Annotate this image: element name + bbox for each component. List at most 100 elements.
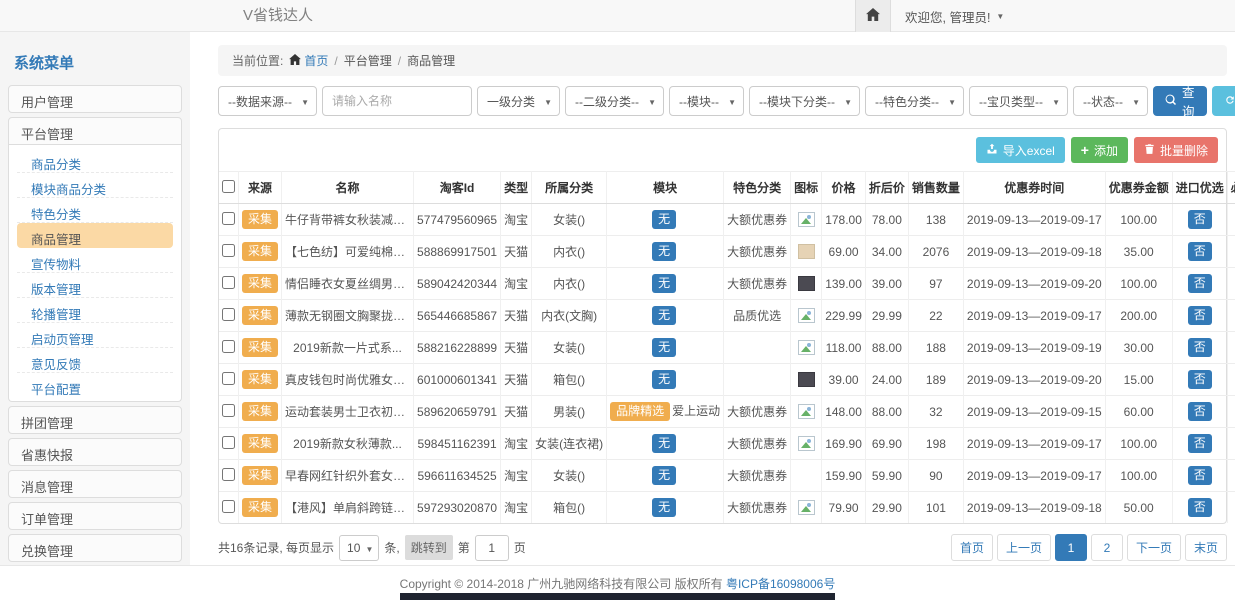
icon-cell [791,236,822,268]
row-checkbox[interactable] [222,436,235,449]
row-checkbox[interactable] [222,500,235,513]
price: 148.00 [822,396,866,428]
sidebar-group[interactable]: 拼团管理 [8,406,182,434]
sidebar-group-platform[interactable]: 平台管理 [8,117,182,145]
module-badge: 无 [652,498,676,516]
product-category: 箱包() [532,492,607,524]
price: 139.00 [822,268,866,300]
feature-category: 大额优惠券 [724,428,791,460]
product-type: 淘宝 [501,428,532,460]
batch-delete-button[interactable]: 批量删除 [1134,137,1218,163]
jump-prefix: 第 [458,539,470,556]
filter-select-module-sub[interactable]: --模块下分类--▼ [749,86,860,116]
reset-button[interactable]: 重置 [1212,86,1235,116]
row-checkbox[interactable] [222,276,235,289]
table-row: 采集 【港风】单肩斜跨链条... 597293020870 淘宝 箱包() 无 … [219,492,1235,524]
filter-select-module[interactable]: --模块--▼ [669,86,744,116]
chevron-down-icon: ▼ [648,98,656,107]
row-checkbox[interactable] [222,212,235,225]
per-page-select[interactable]: 10▼ [339,535,379,561]
pagination-button[interactable]: 首页 [951,534,993,561]
icon-cell [791,204,822,236]
import-select-toggle[interactable]: 否 [1188,402,1212,420]
sidebar-subitem[interactable]: 轮播管理 [17,298,173,323]
icon-cell [791,332,822,364]
sidebar-group[interactable]: 省惠快报 [8,438,182,466]
import-select-toggle[interactable]: 否 [1188,434,1212,452]
chevron-down-icon: ▼ [728,98,736,107]
row-checkbox[interactable] [222,308,235,321]
jump-to-label: 跳转到 [405,535,453,560]
discount-price: 24.00 [865,364,908,396]
sidebar-group[interactable]: 兑换管理 [8,534,182,562]
module-cell: 品牌精选爱上运动 [607,396,724,428]
name-search-input[interactable] [322,86,472,116]
sidebar-group[interactable]: 订单管理 [8,502,182,530]
product-thumbnail [798,404,815,419]
import-select-toggle[interactable]: 否 [1188,210,1212,228]
column-header: 进口优选 [1172,172,1227,204]
add-button[interactable]: + 添加 [1071,137,1128,163]
filter-select-item-type[interactable]: --宝贝类型--▼ [969,86,1068,116]
import-select-toggle[interactable]: 否 [1188,370,1212,388]
sidebar-subitem[interactable]: 意见反馈 [17,348,173,373]
table-toolbar: 导入excel + 添加 批量删除 [219,129,1226,171]
column-header: 折后价 [865,172,908,204]
column-header: 优惠券时间 [963,172,1105,204]
row-checkbox[interactable] [222,372,235,385]
select-all-checkbox[interactable] [222,180,235,193]
import-select-toggle[interactable]: 否 [1188,466,1212,484]
filter-select-feature[interactable]: --特色分类--▼ [865,86,964,116]
sidebar-subitem[interactable]: 宣传物料 [17,248,173,273]
sidebar-subitem[interactable]: 特色分类 [17,198,173,223]
import-select-toggle[interactable]: 否 [1188,338,1212,356]
icon-cell [791,268,822,300]
row-checkbox[interactable] [222,468,235,481]
import-select-toggle[interactable]: 否 [1188,274,1212,292]
import-select-toggle[interactable]: 否 [1188,498,1212,516]
filter-select-category-l1[interactable]: 一级分类▼ [477,86,560,116]
product-type: 天猫 [501,396,532,428]
icp-link[interactable]: 粤ICP备16098006号 [726,575,835,592]
import-select-toggle[interactable]: 否 [1188,306,1212,324]
page-number-input[interactable] [475,535,509,561]
pagination-button[interactable]: 上一页 [997,534,1051,561]
refresh-icon [1224,94,1235,109]
module-badge: 无 [652,210,676,228]
records-summary: 共16条记录, 每页显示 [218,539,334,556]
row-checkbox[interactable] [222,244,235,257]
import-excel-button[interactable]: 导入excel [976,137,1065,163]
coupon-amount: 60.00 [1105,396,1172,428]
product-type: 天猫 [501,236,532,268]
import-select-toggle[interactable]: 否 [1188,242,1212,260]
product-category: 内衣(文胸) [532,300,607,332]
sidebar-subitem[interactable]: 平台配置 [17,373,173,398]
product-name: 牛仔背带裤女秋装减龄... [282,204,414,236]
sales-count: 2076 [908,236,963,268]
pagination-button[interactable]: 下一页 [1127,534,1181,561]
taoke-id: 601000601341 [414,364,501,396]
search-button[interactable]: 查询 [1153,86,1207,116]
plus-icon: + [1081,143,1089,157]
user-menu[interactable]: 欢迎您, 管理员! ▼ [891,0,1018,32]
sidebar-subitem[interactable]: 版本管理 [17,273,173,298]
breadcrumb-home-link[interactable]: 首页 [289,52,328,69]
sidebar-subitem[interactable]: 启动页管理 [17,323,173,348]
sidebar-group[interactable]: 消息管理 [8,470,182,498]
filter-select-status[interactable]: --状态--▼ [1073,86,1148,116]
pagination-button[interactable]: 末页 [1185,534,1227,561]
sidebar-subitem[interactable]: 模块商品分类 [17,173,173,198]
sidebar-subitem[interactable]: 商品分类 [17,148,173,173]
module-cell: 无 [607,268,724,300]
sidebar-group-user[interactable]: 用户管理 [8,85,182,113]
row-checkbox[interactable] [222,404,235,417]
pagination-button[interactable]: 1 [1055,534,1087,561]
filter-select-category-l2[interactable]: --二级分类--▼ [565,86,664,116]
home-button[interactable] [855,0,891,32]
filter-select-data-source[interactable]: --数据来源--▼ [218,86,317,116]
sidebar-platform-submenu: 商品分类模块商品分类特色分类商品管理宣传物料版本管理轮播管理启动页管理意见反馈平… [8,145,182,402]
price: 118.00 [822,332,866,364]
row-checkbox[interactable] [222,340,235,353]
sidebar-subitem[interactable]: 商品管理 [17,223,173,248]
pagination-button[interactable]: 2 [1091,534,1123,561]
